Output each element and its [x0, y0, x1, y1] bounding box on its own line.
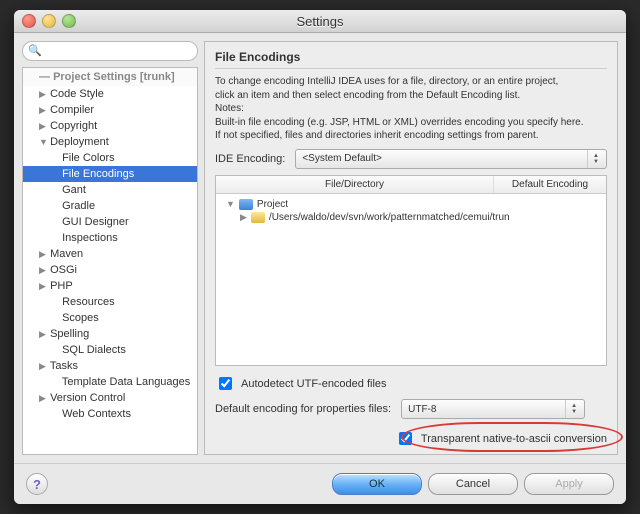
- sidebar-item-label: Tasks: [50, 360, 78, 372]
- search-icon: 🔍: [28, 44, 42, 57]
- caret-icon: ▶: [39, 249, 47, 260]
- transparent-conversion-checkbox[interactable]: [399, 432, 412, 445]
- sidebar-item-label: GUI Designer: [62, 216, 129, 228]
- caret-icon: ▶: [39, 329, 47, 340]
- titlebar: Settings: [14, 10, 626, 33]
- sidebar-item[interactable]: ▶ PHP: [23, 278, 197, 294]
- caret-icon: ▶: [39, 393, 47, 404]
- cancel-button[interactable]: Cancel: [428, 473, 518, 495]
- chevron-down-icon: ▼: [226, 199, 235, 209]
- autodetect-label: Autodetect UTF-encoded files: [241, 378, 387, 390]
- sidebar-item-label: Resources: [62, 296, 115, 308]
- sidebar-item-label: Deployment: [50, 136, 109, 148]
- table-row[interactable]: ▶ /Users/waldo/dev/svn/work/patternmatch…: [222, 211, 600, 224]
- sidebar-item[interactable]: SQL Dialects: [23, 342, 197, 358]
- sidebar-item-label: Code Style: [50, 88, 104, 100]
- sidebar-item[interactable]: ▶ Code Style: [23, 86, 197, 102]
- caret-icon: ▶: [39, 89, 47, 100]
- content-panel: File Encodings To change encoding Intell…: [204, 41, 618, 455]
- properties-encoding-label: Default encoding for properties files:: [215, 403, 391, 415]
- sidebar-item-label: File Encodings: [62, 168, 134, 180]
- caret-icon: ▶: [39, 265, 47, 276]
- window-title: Settings: [14, 14, 626, 29]
- panel-description: To change encoding IntelliJ IDEA uses fo…: [215, 75, 607, 143]
- sidebar-item-label: Copyright: [50, 120, 97, 132]
- help-button[interactable]: ?: [26, 473, 48, 495]
- sidebar-item[interactable]: Web Contexts: [23, 406, 197, 422]
- ide-encoding-select[interactable]: <System Default> ▲▼: [295, 149, 607, 169]
- caret-icon: ▶: [39, 105, 47, 116]
- panel-title: File Encodings: [215, 50, 607, 69]
- sidebar-item[interactable]: File Colors: [23, 150, 197, 166]
- sidebar-item-label: Maven: [50, 248, 83, 260]
- sidebar-item[interactable]: ▶ Tasks: [23, 358, 197, 374]
- sidebar-item[interactable]: Gradle: [23, 198, 197, 214]
- sidebar-item[interactable]: Template Data Languages: [23, 374, 197, 390]
- sidebar-item-label: Compiler: [50, 104, 94, 116]
- caret-icon: ▶: [39, 121, 47, 132]
- tree-section-header: — Project Settings [trunk]: [23, 68, 197, 86]
- caret-icon: ▼: [39, 137, 47, 147]
- column-file-directory[interactable]: File/Directory: [216, 176, 494, 193]
- sidebar-item[interactable]: ▶ Spelling: [23, 326, 197, 342]
- sidebar-item-label: OSGi: [50, 264, 77, 276]
- sidebar-item[interactable]: File Encodings: [23, 166, 197, 182]
- sidebar-item[interactable]: Inspections: [23, 230, 197, 246]
- folder-icon: [239, 199, 253, 210]
- folder-icon: [251, 212, 265, 223]
- autodetect-checkbox[interactable]: [219, 377, 232, 390]
- sidebar-item-label: Spelling: [50, 328, 89, 340]
- sidebar-item-label: Gradle: [62, 200, 95, 212]
- caret-icon: ▶: [39, 281, 47, 292]
- caret-icon: ▶: [39, 361, 47, 372]
- ide-encoding-label: IDE Encoding:: [215, 153, 285, 165]
- sidebar: 🔍 — Project Settings [trunk] ▶ Code Styl…: [22, 41, 198, 455]
- sidebar-item[interactable]: ▼ Deployment: [23, 134, 197, 150]
- transparent-conversion-label: Transparent native-to-ascii conversion: [421, 433, 607, 445]
- ok-button[interactable]: OK: [332, 473, 422, 495]
- sidebar-item[interactable]: ▶ Maven: [23, 246, 197, 262]
- chevron-up-down-icon: ▲▼: [565, 400, 582, 418]
- apply-button[interactable]: Apply: [524, 473, 614, 495]
- sidebar-item[interactable]: Gant: [23, 182, 197, 198]
- sidebar-item[interactable]: GUI Designer: [23, 214, 197, 230]
- properties-encoding-select[interactable]: UTF-8 ▲▼: [401, 399, 585, 419]
- sidebar-item[interactable]: ▶ Version Control: [23, 390, 197, 406]
- search-input[interactable]: [22, 41, 198, 61]
- sidebar-item-label: Web Contexts: [62, 408, 131, 420]
- search-container: 🔍: [22, 41, 198, 61]
- sidebar-item-label: Inspections: [62, 232, 118, 244]
- sidebar-item[interactable]: ▶ Copyright: [23, 118, 197, 134]
- file-encoding-table[interactable]: File/Directory Default Encoding ▼ Projec…: [215, 175, 607, 367]
- dialog-footer: ? OK Cancel Apply: [14, 463, 626, 504]
- sidebar-item[interactable]: ▶ OSGi: [23, 262, 197, 278]
- sidebar-item-label: Scopes: [62, 312, 99, 324]
- sidebar-item[interactable]: Resources: [23, 294, 197, 310]
- sidebar-item-label: File Colors: [62, 152, 115, 164]
- table-row[interactable]: ▼ Project: [222, 198, 600, 211]
- sidebar-item-label: PHP: [50, 280, 73, 292]
- sidebar-item[interactable]: Scopes: [23, 310, 197, 326]
- sidebar-item[interactable]: ▶ Compiler: [23, 102, 197, 118]
- sidebar-item-label: Gant: [62, 184, 86, 196]
- sidebar-item-label: SQL Dialects: [62, 344, 126, 356]
- chevron-right-icon: ▶: [240, 212, 247, 223]
- settings-window: Settings 🔍 — Project Settings [trunk] ▶ …: [14, 10, 626, 504]
- column-default-encoding[interactable]: Default Encoding: [494, 176, 606, 193]
- sidebar-item-label: Version Control: [50, 392, 125, 404]
- sidebar-item-label: Template Data Languages: [62, 376, 190, 388]
- chevron-up-down-icon: ▲▼: [587, 150, 604, 168]
- settings-tree[interactable]: — Project Settings [trunk] ▶ Code Style▶…: [22, 67, 198, 455]
